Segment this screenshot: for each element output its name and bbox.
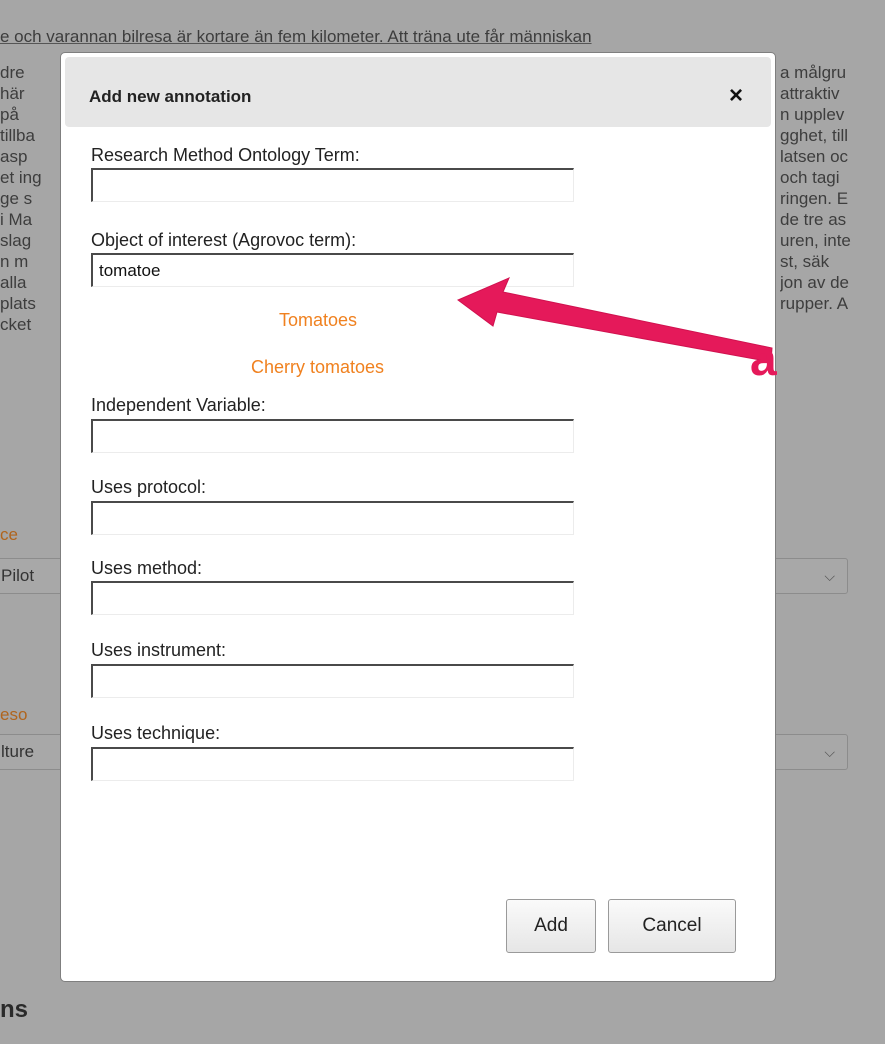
uses-instrument-input[interactable] bbox=[91, 664, 574, 698]
uses-protocol-label: Uses protocol: bbox=[91, 477, 207, 497]
chevron-down-icon: ⌵ bbox=[824, 568, 835, 584]
background-field-label: eso bbox=[0, 705, 28, 724]
uses-instrument-label: Uses instrument: bbox=[91, 640, 227, 660]
background-text-fragment: plats bbox=[0, 294, 36, 313]
background-text-fragment: dre bbox=[0, 63, 25, 82]
background-text-fragment: n upplev bbox=[780, 105, 845, 124]
research-method-label: Research Method Ontology Term: bbox=[91, 145, 360, 165]
suggestion-item[interactable]: Tomatoes bbox=[279, 310, 357, 331]
object-of-interest-input[interactable] bbox=[91, 253, 574, 287]
uses-protocol-input[interactable] bbox=[91, 501, 574, 535]
dialog-header: Add new annotation bbox=[65, 57, 771, 127]
uses-technique-label: Uses technique: bbox=[91, 723, 221, 743]
uses-technique-input[interactable] bbox=[91, 747, 574, 781]
background-text-fragment: et ing bbox=[0, 168, 42, 187]
background-select-value: Pilot bbox=[1, 566, 35, 585]
background-text-line: e och varannan bilresa är kortare än fem… bbox=[0, 27, 592, 46]
background-text-fragment: på bbox=[0, 105, 19, 124]
independent-variable-input[interactable] bbox=[91, 419, 574, 453]
annotation-callout-label: a bbox=[750, 333, 777, 386]
background-text-fragment: de tre as bbox=[780, 210, 847, 229]
background-field-label: ce bbox=[0, 525, 18, 544]
close-icon[interactable]: × bbox=[729, 84, 743, 108]
background-text-fragment: ringen. E bbox=[780, 189, 849, 208]
background-text-fragment: alla bbox=[0, 273, 27, 292]
uses-method-input[interactable] bbox=[91, 581, 574, 615]
background-select-right[interactable]: ⌵ bbox=[770, 558, 848, 594]
background-text-fragment: attraktiv bbox=[780, 84, 840, 103]
background-select-value: lture bbox=[1, 742, 35, 761]
chevron-down-icon: ⌵ bbox=[824, 744, 835, 760]
background-text-fragment: och tagi bbox=[780, 168, 840, 187]
background-select-left[interactable]: Pilot bbox=[0, 558, 64, 594]
background-text-fragment: jon av de bbox=[780, 273, 849, 292]
suggestion-item[interactable]: Cherry tomatoes bbox=[251, 357, 384, 378]
background-select-right[interactable]: ⌵ bbox=[770, 734, 848, 770]
research-method-input[interactable] bbox=[91, 168, 574, 202]
background-text-fragment: i Ma bbox=[0, 210, 33, 229]
cancel-button[interactable]: Cancel bbox=[608, 899, 736, 953]
background-section-heading: ns bbox=[0, 996, 29, 1023]
background-text-fragment: uren, inte bbox=[780, 231, 851, 250]
background-text-fragment: latsen oc bbox=[780, 147, 849, 166]
background-text-fragment: gghet, till bbox=[780, 126, 849, 145]
background-text-fragment: rupper. A bbox=[780, 294, 849, 313]
background-text-fragment: tillba bbox=[0, 126, 35, 145]
object-of-interest-label: Object of interest (Agrovoc term): bbox=[91, 230, 357, 250]
background-text-fragment: st, säk bbox=[780, 252, 830, 271]
background-text-fragment: slag bbox=[0, 231, 32, 250]
background-text-fragment: här bbox=[0, 84, 25, 103]
background-text-fragment: asp bbox=[0, 147, 28, 166]
dialog-title: Add new annotation bbox=[89, 87, 252, 106]
uses-method-label: Uses method: bbox=[91, 558, 203, 578]
background-text-fragment: a målgru bbox=[780, 63, 847, 82]
background-text-fragment: n m bbox=[0, 252, 29, 271]
background-text-fragment: cket bbox=[0, 315, 32, 334]
add-button[interactable]: Add bbox=[506, 899, 596, 953]
add-annotation-dialog: Add new annotation × Research Method Ont… bbox=[60, 52, 776, 982]
independent-variable-label: Independent Variable: bbox=[91, 395, 266, 415]
background-select-left[interactable]: lture bbox=[0, 734, 64, 770]
background-text-fragment: ge s bbox=[0, 189, 33, 208]
